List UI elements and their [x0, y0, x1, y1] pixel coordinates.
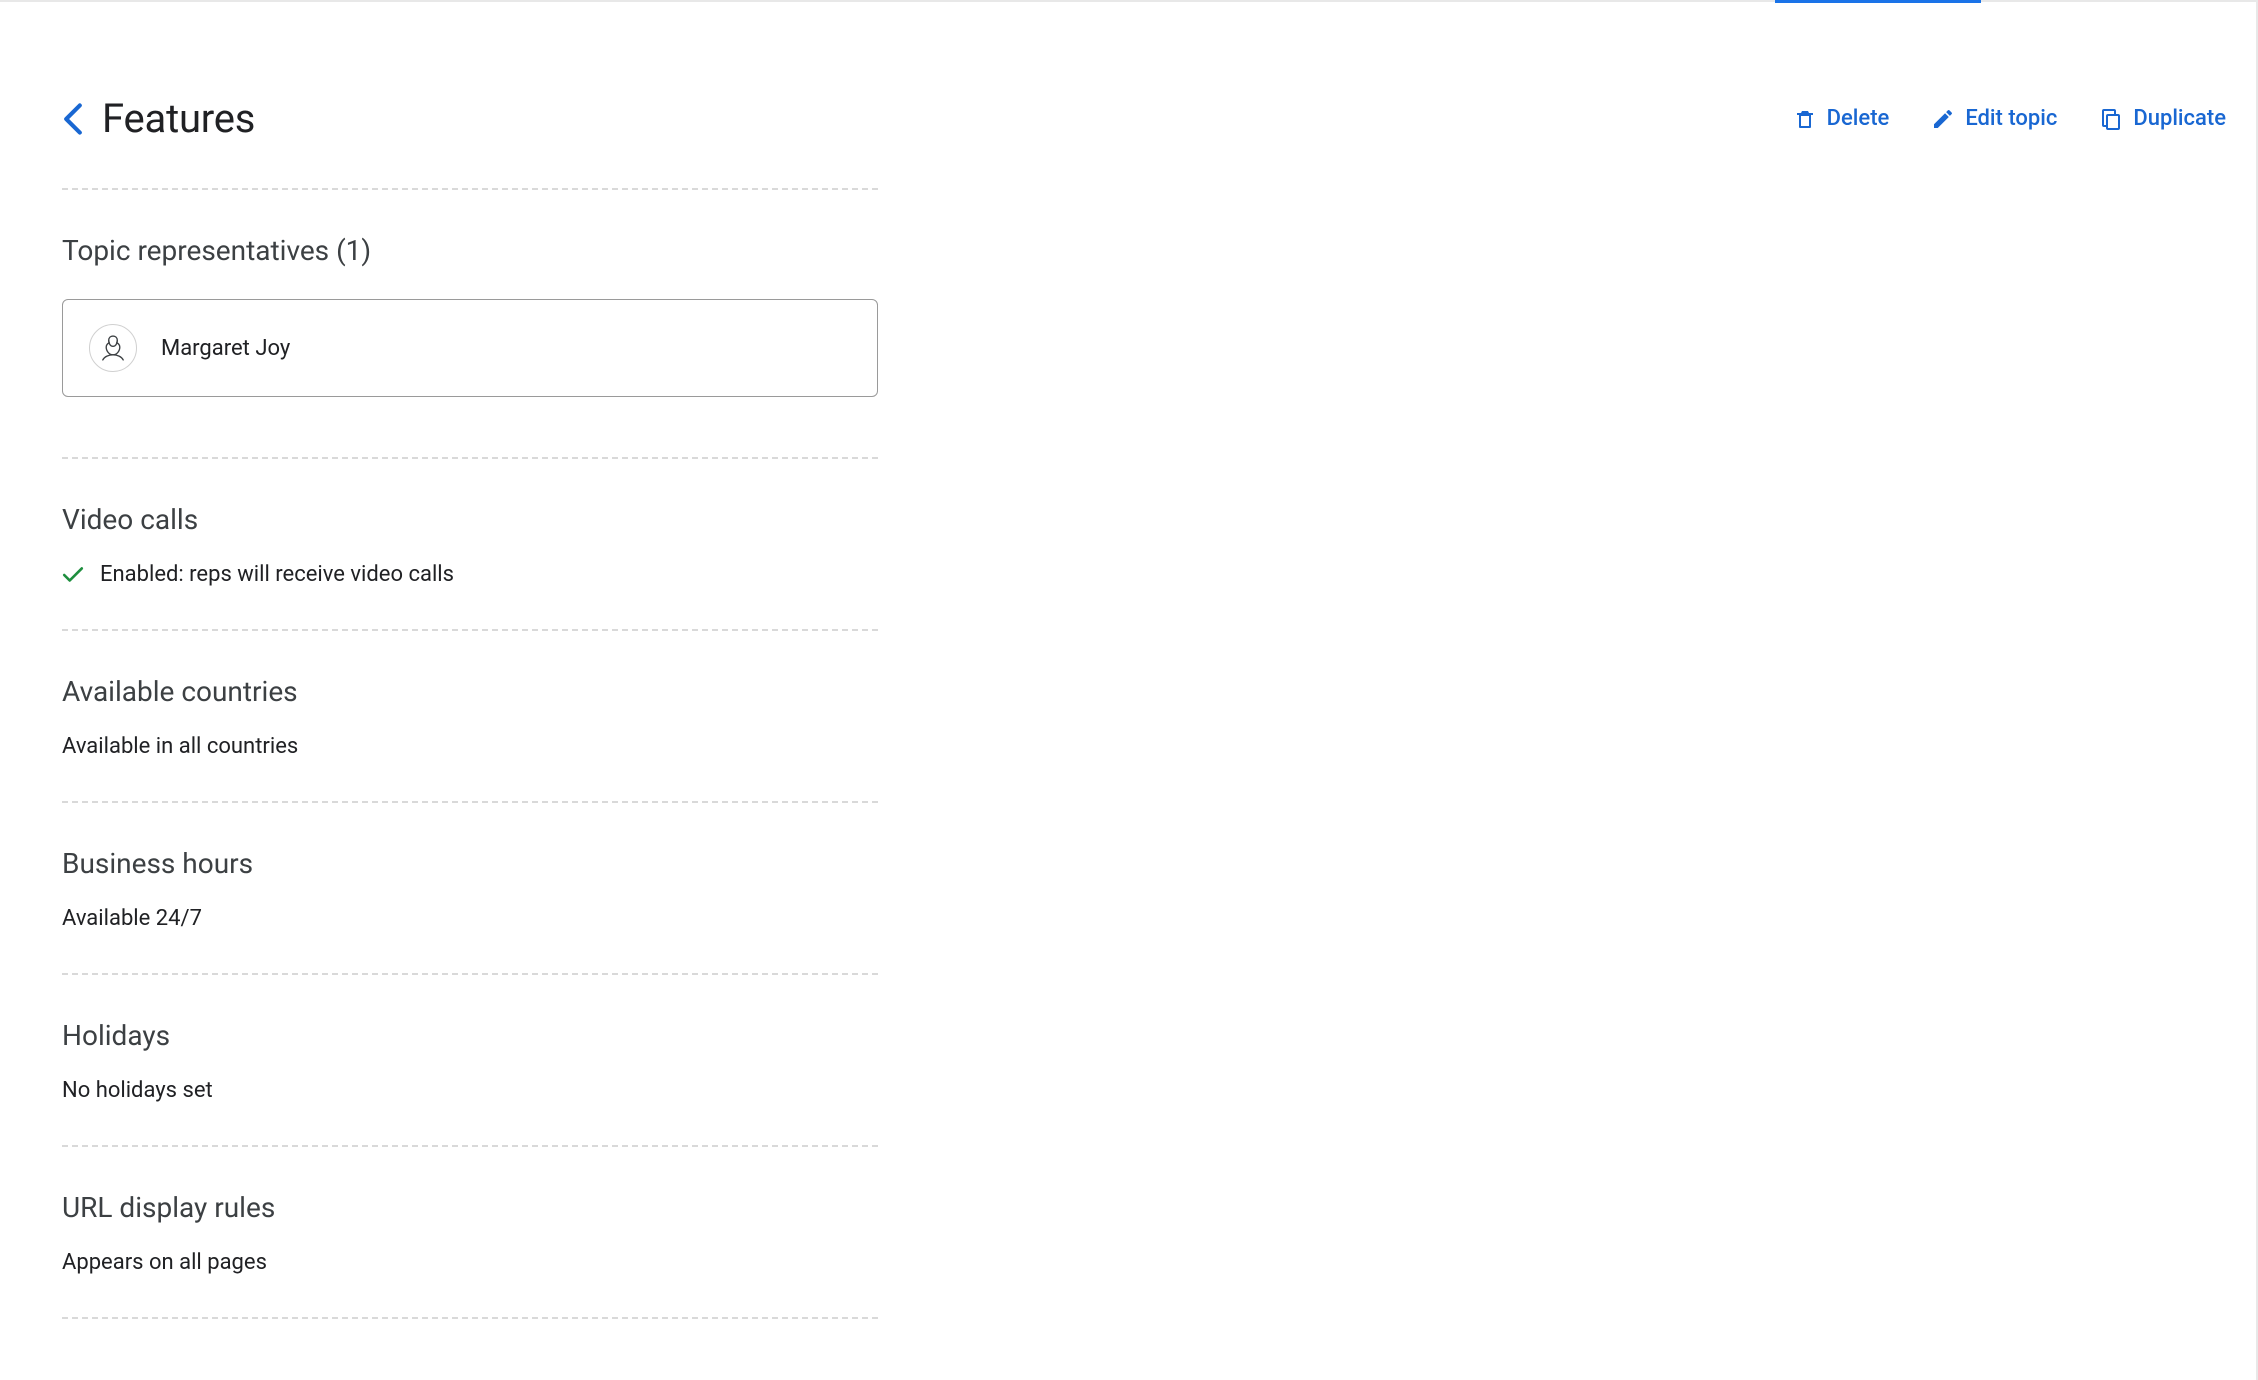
edit-topic-label: Edit topic [1965, 106, 2057, 131]
avatar-icon [89, 324, 137, 372]
divider [62, 1145, 878, 1147]
holidays-status: No holidays set [62, 1078, 878, 1103]
section-title-holidays: Holidays [62, 1019, 878, 1052]
back-chevron-icon[interactable] [62, 102, 84, 136]
hours-status: Available 24/7 [62, 906, 878, 931]
delete-label: Delete [1827, 106, 1890, 131]
divider [62, 973, 878, 975]
section-title-url-rules: URL display rules [62, 1191, 878, 1224]
pencil-icon [1931, 107, 1955, 131]
section-title-countries: Available countries [62, 675, 878, 708]
check-icon [62, 566, 84, 584]
divider [62, 629, 878, 631]
section-title-representatives: Topic representatives (1) [62, 234, 878, 267]
duplicate-button[interactable]: Duplicate [2099, 106, 2226, 132]
active-tab-indicator [1775, 0, 1981, 3]
divider [62, 457, 878, 459]
section-title-video-calls: Video calls [62, 503, 878, 536]
delete-button[interactable]: Delete [1793, 106, 1890, 132]
divider [62, 188, 878, 190]
representative-name: Margaret Joy [161, 336, 290, 361]
page-title: Features [102, 95, 255, 142]
representative-card[interactable]: Margaret Joy [62, 299, 878, 397]
countries-status: Available in all countries [62, 734, 878, 759]
duplicate-label: Duplicate [2133, 106, 2226, 131]
trash-icon [1793, 106, 1817, 132]
section-title-hours: Business hours [62, 847, 878, 880]
divider [62, 1317, 878, 1319]
edit-topic-button[interactable]: Edit topic [1931, 106, 2057, 131]
copy-icon [2099, 106, 2123, 132]
video-calls-status: Enabled: reps will receive video calls [100, 562, 454, 587]
divider [62, 801, 878, 803]
url-rules-status: Appears on all pages [62, 1250, 878, 1275]
